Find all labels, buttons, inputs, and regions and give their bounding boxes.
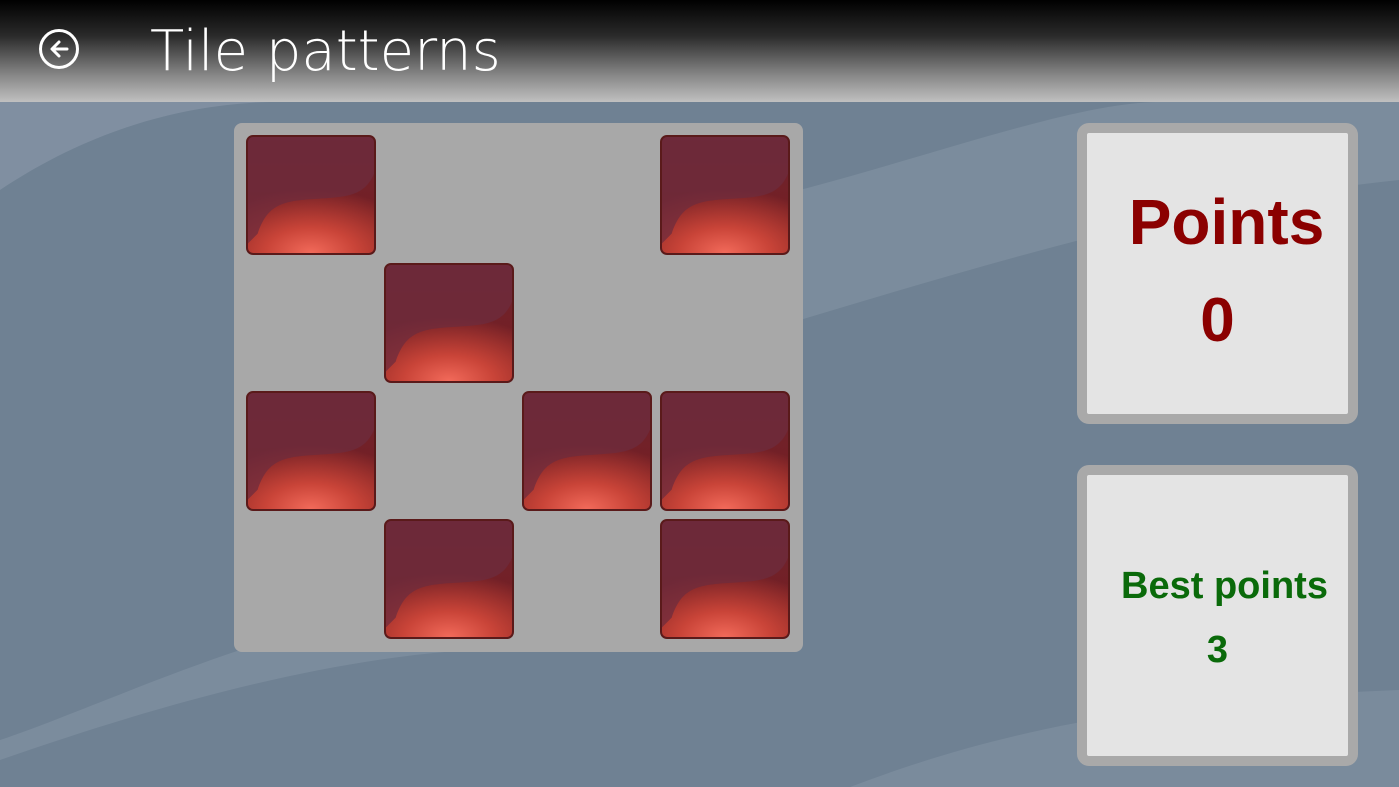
tile-r2-c0[interactable] — [246, 391, 376, 511]
tile-gloss — [386, 521, 512, 628]
tile-gloss — [524, 393, 650, 500]
tile-gloss — [248, 137, 374, 244]
points-value: 0 — [1200, 286, 1235, 355]
tile-r3-c3[interactable] — [660, 519, 790, 639]
tile-gloss — [662, 393, 788, 500]
back-arrow-icon — [50, 40, 69, 58]
tile-r0-c0[interactable] — [246, 135, 376, 255]
tile-r2-c3[interactable] — [660, 391, 790, 511]
points-panel: Points 0 — [1077, 123, 1358, 424]
tile-r3-c1[interactable] — [384, 519, 514, 639]
best-points-panel: Best points 3 — [1077, 465, 1358, 766]
back-button[interactable] — [39, 29, 79, 69]
tile-gloss — [386, 265, 512, 372]
tile-r1-c1[interactable] — [384, 263, 514, 383]
tile-gloss — [662, 521, 788, 628]
tile-r2-c2[interactable] — [522, 391, 652, 511]
points-label: Points — [1128, 186, 1325, 258]
tile-gloss — [662, 137, 788, 244]
tile-board — [234, 123, 803, 652]
best-points-value: 3 — [1206, 629, 1229, 671]
tile-gloss — [248, 393, 374, 500]
page-title: Tile patterns — [150, 19, 501, 84]
tile-r0-c3[interactable] — [660, 135, 790, 255]
best-points-label: Best points — [1121, 565, 1328, 607]
app-header: Tile patterns — [0, 0, 1399, 102]
